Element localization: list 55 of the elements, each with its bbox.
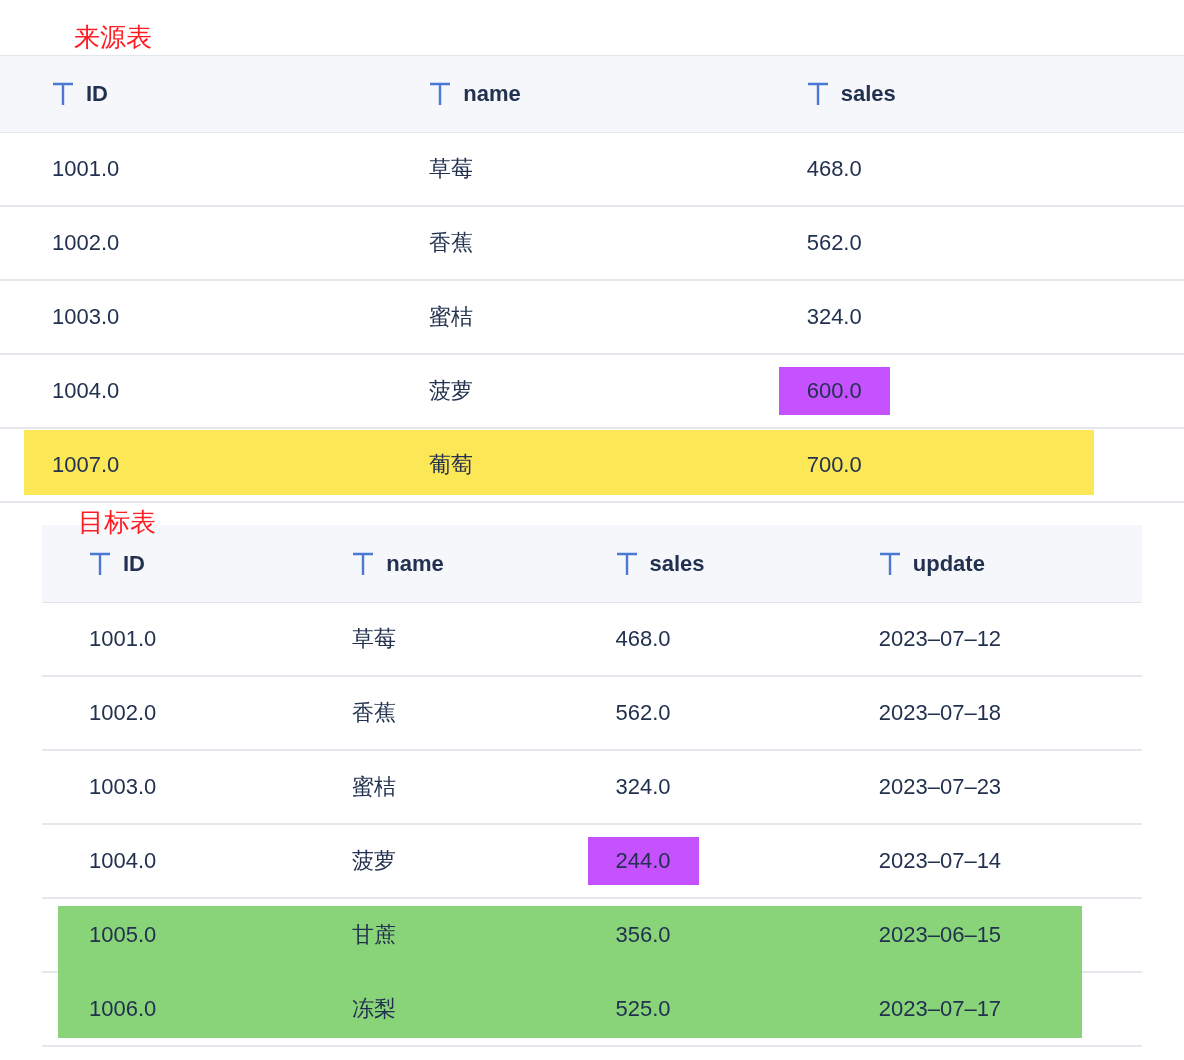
text-type-icon	[89, 551, 111, 576]
table-cell-text: 草莓	[352, 625, 397, 653]
table-cell: 1001.0	[52, 156, 120, 182]
text-type-icon	[806, 82, 829, 106]
table-cell-text: 草莓	[429, 155, 474, 183]
table-cell: 468.0	[806, 156, 862, 182]
table-title: 来源表	[73, 22, 152, 52]
column-header[interactable]: sales	[840, 81, 896, 107]
text-type-icon	[615, 551, 638, 576]
table-cell: 356.0	[615, 922, 671, 948]
table-cell: 2023–07–14	[878, 848, 1002, 874]
table-cell-text: 蜜桔	[429, 303, 474, 331]
highlighted-cell: 244.0	[587, 837, 699, 885]
table-cell-text: 蜜桔	[352, 773, 397, 801]
table-cell: 2023–07–23	[878, 774, 1002, 800]
table-cell: 1007.0	[52, 452, 120, 478]
table-cell: 1002.0	[52, 230, 120, 256]
text-type-icon	[429, 82, 452, 106]
table-cell: 2023–07–18	[878, 700, 1002, 726]
table-cell-text: 葡萄	[429, 451, 474, 479]
table-cell: 2023–06–15	[878, 922, 1002, 948]
table-cell: 324.0	[806, 304, 862, 330]
text-type-icon	[352, 551, 375, 576]
highlighted-cell: 600.0	[778, 367, 890, 415]
column-header[interactable]: sales	[649, 550, 705, 577]
column-header[interactable]: update	[912, 550, 985, 577]
table-cell: 1006.0	[89, 996, 157, 1022]
table-cell: 1004.0	[89, 848, 157, 874]
table-cell: 1001.0	[89, 626, 157, 652]
text-type-icon	[878, 551, 901, 576]
table-cell-text: 甘蔗	[352, 921, 397, 949]
table-cell: 468.0	[615, 626, 671, 652]
table-cell: 1003.0	[52, 304, 120, 330]
table-cell: 525.0	[615, 996, 671, 1022]
column-header[interactable]: name	[463, 81, 521, 107]
table-cell-text: 冻梨	[352, 995, 397, 1023]
table-cell: 700.0	[806, 452, 862, 478]
table-title: 目标表	[77, 507, 156, 537]
table-cell: 1002.0	[89, 700, 157, 726]
table-cell: 562.0	[806, 230, 862, 256]
column-header[interactable]: ID	[86, 81, 108, 107]
table-cell: 2023–07–12	[878, 626, 1002, 652]
table-cell: 562.0	[615, 700, 671, 726]
table-cell: 1004.0	[52, 378, 120, 404]
table-cell-text: 香蕉	[429, 229, 474, 257]
table-cell: 1005.0	[89, 922, 157, 948]
table-cell: 324.0	[615, 774, 671, 800]
column-header[interactable]: name	[386, 550, 444, 577]
column-header[interactable]: ID	[123, 550, 145, 577]
table-cell: 2023–07–17	[878, 996, 1002, 1022]
text-type-icon	[52, 82, 74, 106]
table-cell-text: 菠萝	[352, 847, 397, 875]
table-cell-text: 菠萝	[429, 377, 474, 405]
table-cell-text: 香蕉	[352, 699, 397, 727]
table-cell: 1003.0	[89, 774, 157, 800]
